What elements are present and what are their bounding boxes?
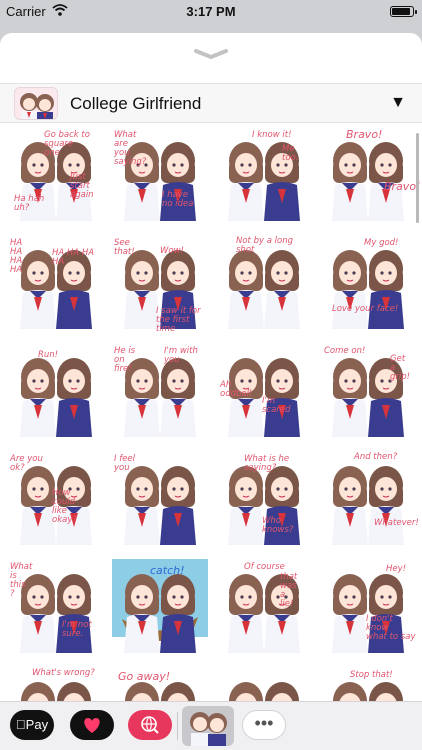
sticker-caption: Go away!: [118, 670, 171, 683]
sticker-17[interactable]: What is this ? I'm not sure.: [8, 557, 104, 653]
digital-touch-button[interactable]: [70, 710, 114, 740]
screen: Carrier 3:17 PM College Girlfriend ▼ Go …: [0, 0, 422, 750]
sticker-caption: What is this ?: [10, 562, 33, 599]
sticker-caption: Bravo!: [346, 128, 383, 141]
sticker-14[interactable]: I feel you: [112, 449, 208, 545]
image-search-button[interactable]: [128, 710, 172, 740]
sticker-caption: I feel you: [114, 454, 136, 473]
sticker-caption: What are you saying?: [114, 130, 147, 167]
drawer-divider: [177, 712, 178, 740]
sticker-caption: I know it!: [252, 130, 292, 140]
sticker-caption: How could like okay?: [52, 488, 77, 525]
sticker-1[interactable]: Go back to square one Ha hah uh? Just star…: [8, 125, 104, 221]
sticker-caption: Go back to square one: [44, 130, 90, 158]
sticker-caption: Who knows?: [262, 516, 294, 535]
battery-level: [392, 8, 410, 15]
sticker-5[interactable]: HA HA HA HA HA HA HA HA: [8, 233, 104, 329]
sticker-19[interactable]: Of course that was a lie!: [216, 557, 312, 653]
sticker-caption: I don't know what to say: [366, 614, 416, 642]
sticker-18[interactable]: catch!: [112, 557, 208, 653]
apple-icon: : [16, 717, 26, 732]
chevron-down-icon[interactable]: [193, 47, 229, 59]
sticker-sheet: College Girlfriend ▼ Go back to square o…: [0, 33, 422, 750]
battery-icon: [390, 6, 417, 17]
sticker-grid: Go back to square one Ha hah uh? Just star…: [0, 125, 422, 711]
sticker-caption: And then?: [354, 452, 398, 462]
sticker-caption: HA HA HA HA: [52, 248, 95, 267]
sticker-caption: Not by a long shot: [236, 236, 293, 255]
sticker-art: [332, 466, 404, 545]
collapse-triangle-icon[interactable]: ▼: [390, 94, 406, 112]
sticker-caption: What is he saying?: [244, 454, 290, 473]
sticker-caption: I saw it for the first time: [156, 306, 201, 334]
sticker-caption: My god!: [364, 238, 399, 248]
sticker-caption: Wow!: [160, 246, 184, 256]
sticker-15[interactable]: What is he saying? Who knows?: [216, 449, 312, 545]
sticker-caption: Bravo!: [384, 180, 421, 193]
sticker-caption: I'm with you: [164, 346, 198, 365]
sticker-caption: Get a grip!: [390, 354, 411, 382]
sticker-11[interactable]: Ah oddball I'm scared: [216, 341, 312, 437]
clock: 3:17 PM: [186, 4, 236, 19]
sticker-caption: Of course: [244, 562, 285, 572]
apple-pay-button[interactable]: Pay: [10, 710, 54, 740]
sticker-caption: Run!: [38, 350, 59, 360]
sticker-caption: Me too.: [282, 144, 299, 163]
sticker-3[interactable]: I know it! Me too.: [216, 125, 312, 221]
sticker-caption: I'm scared: [262, 396, 291, 415]
sticker-caption: Ah oddball: [220, 380, 252, 399]
sticker-caption: I have no idea: [162, 190, 194, 209]
app-icon: [14, 87, 58, 120]
sticker-10[interactable]: He is on fire! I'm with you: [112, 341, 208, 437]
more-apps-button[interactable]: •••: [242, 710, 286, 740]
sticker-caption: Are you ok?: [10, 454, 43, 473]
sticker-caption: Just start again: [70, 172, 94, 200]
sticker-8[interactable]: My god! Love your face!: [320, 233, 416, 329]
sticker-16[interactable]: And then? Whatever!: [320, 449, 419, 545]
sticker-caption: that was a lie!: [280, 572, 298, 609]
app-title: College Girlfriend: [70, 94, 202, 113]
app-header: College Girlfriend ▼: [0, 83, 422, 123]
sticker-2[interactable]: What are you saying? I have no idea: [112, 125, 208, 221]
sticker-caption: HA HA HA HA: [10, 238, 23, 275]
status-bar: Carrier 3:17 PM: [0, 0, 422, 24]
app-drawer: Pay •••: [0, 701, 422, 750]
college-girlfriend-app-button[interactable]: [182, 706, 234, 746]
sticker-caption: He is on fire!: [114, 346, 136, 374]
heart-icon: [84, 718, 100, 733]
sticker-6[interactable]: See that! Wow! I saw it for the first time: [112, 233, 208, 334]
sticker-caption: What's wrong?: [32, 668, 95, 678]
sticker-caption: Come on!: [324, 346, 366, 356]
sticker-4[interactable]: Bravo! Bravo!: [320, 125, 420, 221]
sticker-caption: I'm not sure.: [62, 620, 92, 639]
sticker-caption: Hey!: [386, 564, 407, 574]
globe-search-icon: [141, 716, 159, 734]
sticker-caption: See that!: [114, 238, 135, 257]
sticker-7[interactable]: Not by a long shot: [216, 233, 312, 329]
sticker-caption: Ha hah uh?: [14, 194, 45, 213]
sticker-caption: Love your face!: [332, 304, 399, 314]
sticker-caption: Whatever!: [374, 518, 419, 528]
sticker-13[interactable]: Are you ok? How could like okay?: [8, 449, 104, 545]
sticker-caption: catch!: [150, 564, 185, 577]
sticker-9[interactable]: Run!: [8, 341, 104, 437]
sticker-12[interactable]: Come on! Get a grip!: [320, 341, 416, 437]
sticker-20[interactable]: Hey! I don't know what to say: [320, 557, 416, 653]
apple-pay-label: Pay: [20, 717, 48, 732]
scrollbar[interactable]: [416, 133, 419, 223]
sticker-caption: Stop that!: [350, 670, 393, 680]
